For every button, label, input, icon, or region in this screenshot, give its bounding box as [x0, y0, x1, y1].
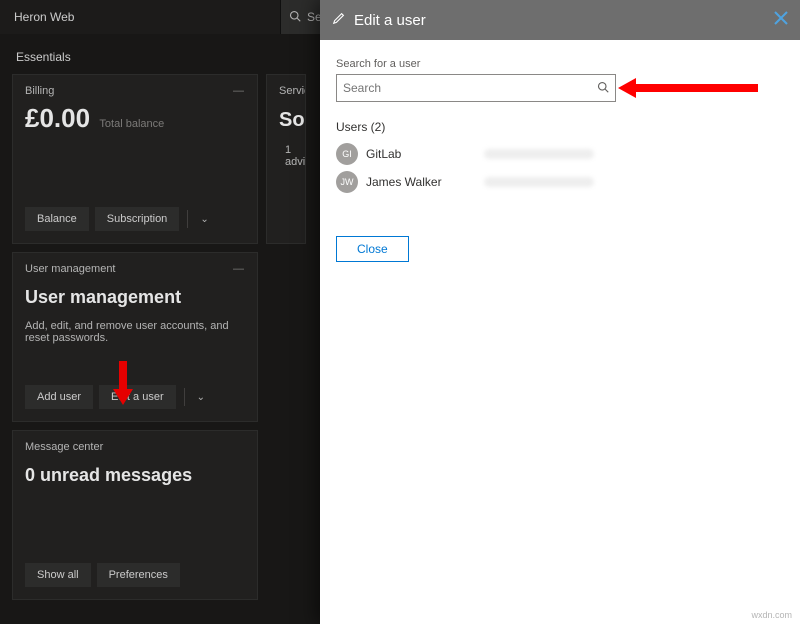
add-user-button[interactable]: Add user — [25, 385, 93, 409]
search-user-field[interactable] — [336, 74, 616, 102]
user-mgmt-desc: Add, edit, and remove user accounts, and… — [25, 320, 245, 344]
user-name: James Walker — [366, 175, 476, 189]
app-name: Heron Web — [0, 10, 280, 24]
search-user-input[interactable] — [343, 81, 597, 95]
edit-user-panel: Edit a user Search for a user Users (2) … — [320, 0, 800, 624]
search-label: Search — [307, 10, 320, 24]
chevron-down-icon[interactable]: ⌄ — [193, 392, 209, 403]
service-health-status: 1 advisory — [285, 144, 306, 168]
show-all-button[interactable]: Show all — [25, 563, 91, 587]
divider — [187, 210, 188, 228]
message-center-card: Message center 0 unread messages Show al… — [12, 430, 258, 600]
close-button[interactable]: Close — [336, 236, 409, 262]
search-icon[interactable] — [597, 81, 609, 96]
avatar: GI — [336, 143, 358, 165]
user-management-card: User management — User management Add, e… — [12, 252, 258, 422]
close-icon[interactable] — [774, 11, 788, 30]
user-email-redacted — [484, 177, 594, 187]
global-search[interactable]: Search — [280, 0, 320, 34]
billing-card: Billing — £0.00 Total balance Balance Su… — [12, 74, 258, 244]
subscription-button[interactable]: Subscription — [95, 207, 180, 231]
user-email-redacted — [484, 149, 594, 159]
message-center-heading: 0 unread messages — [25, 465, 245, 486]
watermark: wxdn.com — [751, 610, 792, 620]
divider — [184, 388, 185, 406]
service-health-heading: Some — [279, 109, 293, 132]
collapse-icon[interactable]: — — [233, 263, 245, 275]
user-row[interactable]: JW James Walker — [336, 168, 784, 196]
balance-button[interactable]: Balance — [25, 207, 89, 231]
billing-title: Billing — [25, 85, 54, 97]
search-icon — [289, 10, 301, 25]
user-mgmt-heading: User management — [25, 287, 245, 308]
billing-amount: £0.00 — [25, 103, 90, 133]
panel-title: Edit a user — [354, 12, 766, 29]
pencil-icon — [332, 11, 346, 29]
user-mgmt-title: User management — [25, 263, 116, 275]
search-user-label: Search for a user — [336, 58, 784, 70]
edit-user-button[interactable]: Edit a user — [99, 385, 176, 409]
collapse-icon[interactable]: — — [233, 85, 245, 97]
chevron-down-icon[interactable]: ⌄ — [196, 214, 212, 225]
preferences-button[interactable]: Preferences — [97, 563, 180, 587]
avatar: JW — [336, 171, 358, 193]
user-name: GitLab — [366, 147, 476, 161]
user-row[interactable]: GI GitLab — [336, 140, 784, 168]
billing-amount-sub: Total balance — [99, 118, 164, 130]
service-health-title: Service health — [279, 85, 306, 97]
users-count-label: Users (2) — [336, 120, 784, 134]
message-center-title: Message center — [25, 441, 103, 453]
service-health-card: Service health Some 1 advisory — [266, 74, 306, 244]
